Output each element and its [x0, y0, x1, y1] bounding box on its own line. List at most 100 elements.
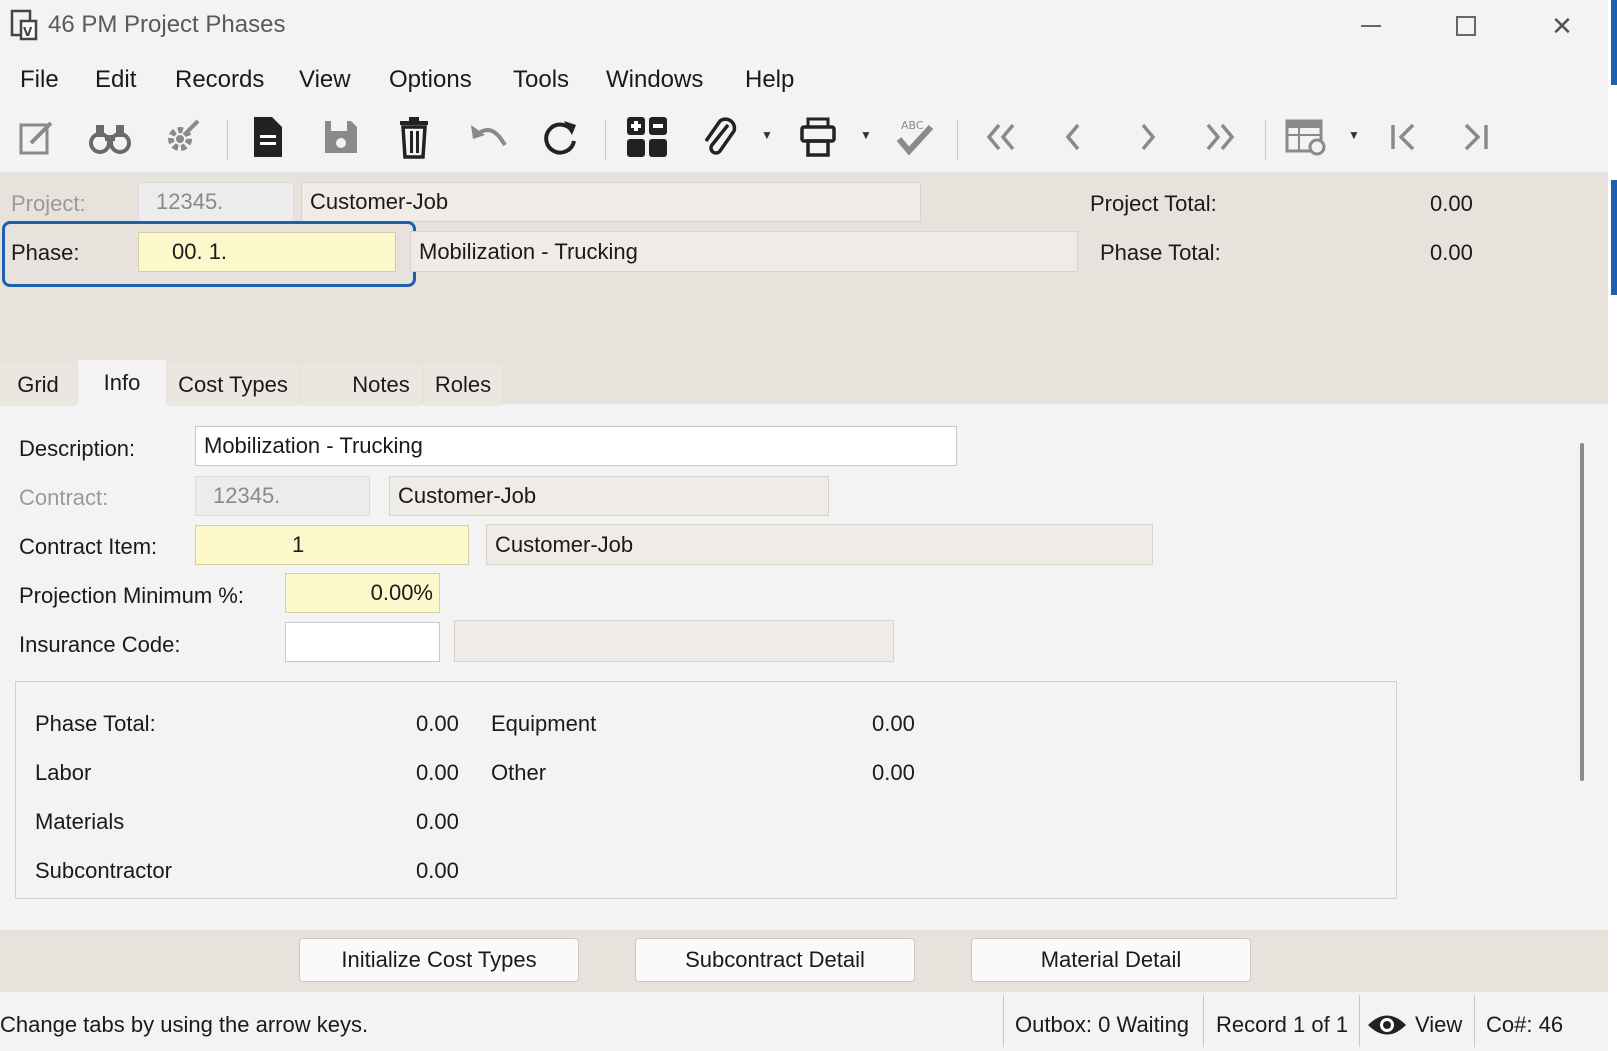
view-mode[interactable]: View	[1415, 1012, 1462, 1038]
next-record-icon[interactable]	[1122, 110, 1172, 164]
initialize-cost-types-button[interactable]: Initialize Cost Types	[299, 938, 579, 982]
maximize-icon	[1456, 16, 1476, 36]
status-separator	[1359, 995, 1360, 1047]
materials-value: 0.00	[416, 809, 459, 834]
contract-item-label: Contract Item:	[19, 534, 158, 559]
other-label: Other	[491, 760, 547, 785]
toolbar-separator	[227, 120, 228, 160]
contract-item-description: Customer-Job	[486, 524, 1153, 565]
phase-total-value: 0.00	[1430, 240, 1473, 265]
menu-tools[interactable]: Tools	[513, 66, 569, 94]
phase-focus-ring	[2, 221, 416, 287]
status-separator	[1003, 995, 1004, 1047]
description-input[interactable]: Mobilization - Trucking	[195, 426, 957, 466]
outbox-status[interactable]: Outbox: 0 Waiting	[1015, 1012, 1189, 1038]
last-record-icon[interactable]	[1195, 110, 1245, 164]
contract-field: 12345.	[195, 476, 370, 516]
totals-phase-total-value: 0.00	[416, 711, 459, 736]
attachment-icon[interactable]	[695, 110, 745, 164]
phase-description: Mobilization - Trucking	[410, 231, 1078, 272]
toolbar-separator	[1265, 120, 1266, 160]
minimize-button[interactable]	[1341, 8, 1401, 44]
settings-icon[interactable]	[157, 110, 207, 164]
subcontractor-value: 0.00	[416, 858, 459, 883]
projection-minimum-label: Projection Minimum %:	[19, 583, 244, 608]
status-separator	[1203, 995, 1204, 1047]
menu-file[interactable]: File	[20, 66, 59, 94]
window-edge	[1608, 0, 1617, 1051]
project-total-label: Project Total:	[1090, 191, 1217, 216]
contract-label: Contract:	[19, 485, 109, 510]
insurance-code-description	[454, 620, 894, 662]
record-status: Record 1 of 1	[1216, 1012, 1349, 1037]
company-number: Co#: 46	[1486, 1012, 1564, 1037]
menu-windows[interactable]: Windows	[606, 66, 703, 94]
tab-grid[interactable]: Grid	[0, 364, 76, 406]
close-icon: ✕	[1551, 10, 1573, 41]
new-record-icon[interactable]	[243, 110, 293, 164]
project-label: Project:	[11, 191, 86, 216]
projection-minimum-input[interactable]: 0.00%	[285, 573, 440, 613]
materials-label: Materials	[35, 809, 125, 834]
window-title: 46 PM Project Phases	[48, 11, 286, 38]
tab-roles[interactable]: Roles	[424, 364, 502, 406]
attachment-dropdown-icon[interactable]: ▼	[761, 128, 773, 142]
contract-description: Customer-Job	[389, 476, 829, 516]
menu-edit[interactable]: Edit	[95, 66, 136, 94]
view-eye-icon[interactable]	[1366, 1012, 1408, 1038]
background-window-edge	[1611, 180, 1617, 295]
subcontract-detail-button[interactable]: Subcontract Detail	[635, 938, 915, 982]
contract-item-input[interactable]: 1	[195, 525, 469, 565]
first-record-icon[interactable]	[976, 110, 1026, 164]
insurance-code-input[interactable]	[285, 622, 440, 662]
menu-help[interactable]: Help	[745, 66, 794, 94]
menu-records[interactable]: Records	[175, 66, 264, 94]
equipment-label: Equipment	[491, 711, 597, 736]
status-separator	[1474, 995, 1475, 1047]
tab-info[interactable]: Info	[78, 360, 166, 406]
save-icon[interactable]	[316, 110, 366, 164]
print-dropdown-icon[interactable]: ▼	[860, 128, 872, 142]
close-button[interactable]: ✕	[1532, 8, 1592, 44]
tab-cost-types[interactable]: Cost Types	[168, 364, 298, 406]
toolbar-separator	[605, 120, 606, 160]
refresh-icon[interactable]	[535, 110, 585, 164]
tab-notes[interactable]: Notes	[300, 364, 422, 406]
description-label: Description:	[19, 436, 136, 461]
svg-text:ABC: ABC	[901, 119, 924, 132]
material-detail-button[interactable]: Material Detail	[971, 938, 1251, 982]
menu-options[interactable]: Options	[389, 66, 472, 94]
form-settings-icon[interactable]	[1282, 110, 1332, 164]
scrollbar-thumb[interactable]	[1580, 443, 1584, 781]
menu-view[interactable]: View	[299, 66, 351, 94]
find-icon[interactable]	[85, 110, 135, 164]
labor-label: Labor	[35, 760, 92, 785]
delete-icon[interactable]	[389, 110, 439, 164]
form-settings-dropdown-icon[interactable]: ▼	[1348, 128, 1360, 142]
viewpoint-form-icon: V	[10, 9, 38, 41]
scrollbar-track[interactable]	[1564, 410, 1578, 930]
svg-text:V: V	[23, 25, 33, 39]
first-icon[interactable]	[1378, 110, 1428, 164]
totals-group	[15, 681, 1397, 899]
equipment-value: 0.00	[872, 711, 915, 736]
insurance-code-label: Insurance Code:	[19, 632, 181, 657]
phase-total-label: Phase Total:	[1100, 240, 1221, 265]
maximize-button[interactable]	[1436, 8, 1496, 44]
project-total-value: 0.00	[1430, 191, 1473, 216]
labor-value: 0.00	[416, 760, 459, 785]
spellcheck-icon[interactable]: ABC	[890, 110, 940, 164]
edit-icon[interactable]	[12, 110, 62, 164]
print-icon[interactable]	[793, 110, 843, 164]
project-field: 12345.	[138, 182, 294, 222]
undo-icon[interactable]	[462, 110, 512, 164]
minimize-icon	[1361, 25, 1381, 27]
previous-record-icon[interactable]	[1049, 110, 1099, 164]
other-value: 0.00	[872, 760, 915, 785]
project-description: Customer-Job	[301, 182, 921, 222]
subcontractor-label: Subcontractor	[35, 858, 172, 883]
last-icon[interactable]	[1451, 110, 1501, 164]
status-hint: Change tabs by using the arrow keys.	[0, 1012, 369, 1037]
grid-calculator-icon[interactable]	[622, 110, 672, 164]
background-window-edge	[1611, 0, 1617, 85]
